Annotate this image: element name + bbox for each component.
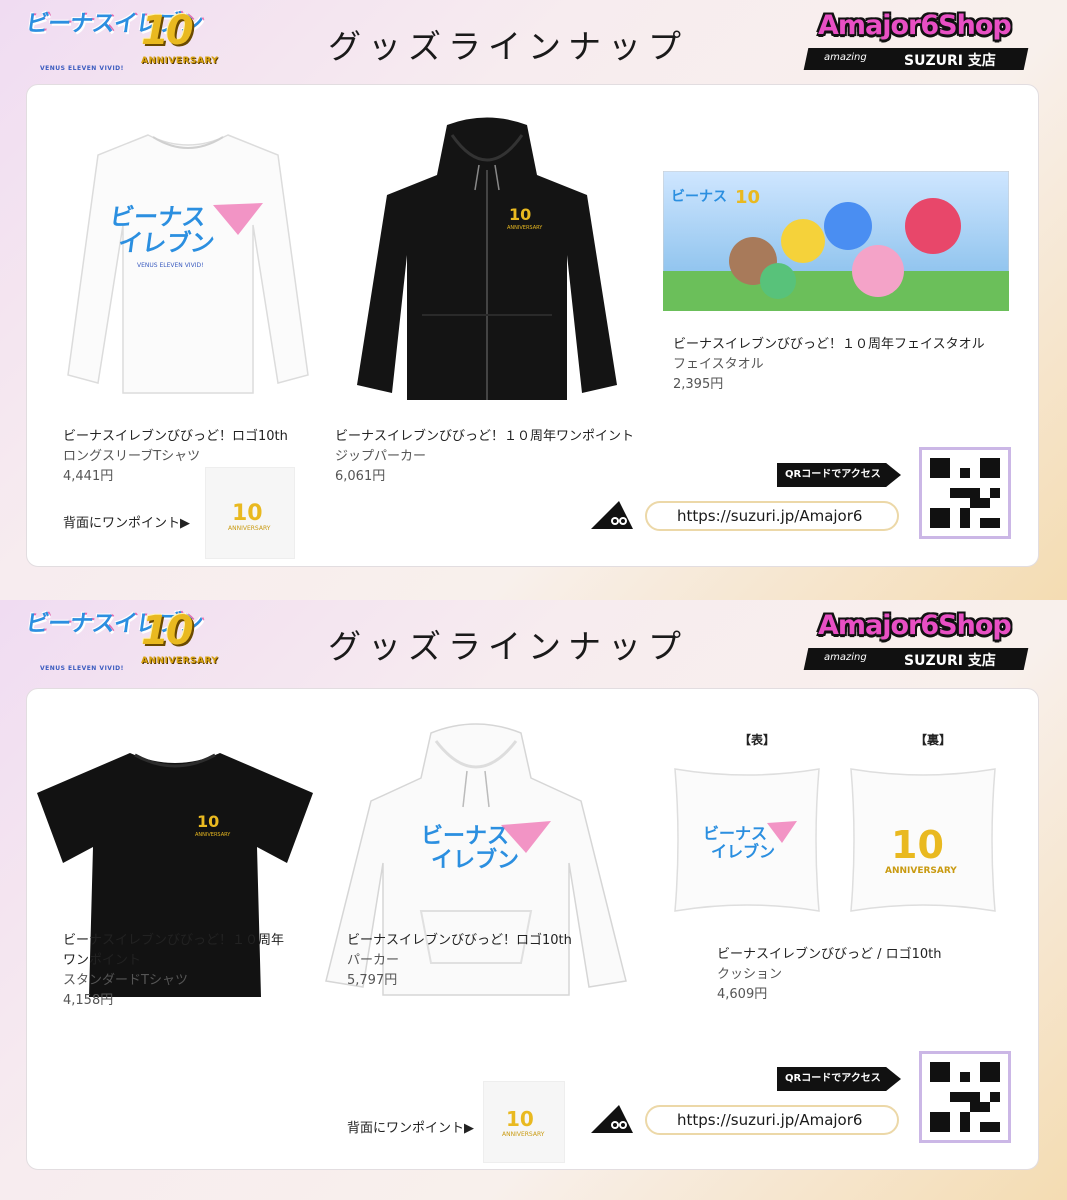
page-title: グッズラインナップ [328,27,688,66]
products-card: 10 ANNIVERSARY ビーナス イレブン 【表】 【裏】 ビーナス イレ… [26,688,1039,1170]
svg-text:ビーナス: ビーナス [703,824,767,843]
shop-amazing: amazing [824,652,867,663]
svg-text:ANNIVERSARY: ANNIVERSARY [502,1131,545,1138]
zip-hoodie-image[interactable]: 10 ANNIVERSARY [347,115,627,405]
product-name: ビーナスイレブンびびっど！１０周年フェイスタオル [673,337,985,352]
venus-eleven-logo: ビーナスイレブン VENUS ELEVEN VIVID! 10 ANNIVERS… [24,8,234,76]
qr-code-pattern [930,1062,1000,1132]
product-name: ビーナスイレブンびびっど！ロゴ10th [63,429,288,444]
product-zip-hoodie[interactable]: ビーナスイレブンびびっど！１０周年ワンポイント ジップパーカー 6,061円 [335,427,634,487]
shop-logo: Amajor6Shop amazing SUZURI 支店 [803,10,1030,72]
product-name: ビーナスイレブンびびっど！ロゴ10th [347,933,572,948]
svg-text:10: 10 [197,812,219,831]
product-type: フェイスタオル [673,357,764,372]
svg-text:ビーナス: ビーナス [421,824,509,849]
longsleeve-tee-image[interactable]: ビーナス イレブン VENUS ELEVEN VIVID! [63,125,313,405]
svg-text:VENUS ELEVEN VIVID!: VENUS ELEVEN VIVID! [137,262,203,269]
product-type: クッション [717,967,783,982]
svg-text:ビーナス: ビーナス [108,203,208,231]
shop-url-link[interactable]: https://suzuri.jp/Amajor6 [645,501,899,531]
svg-text:ビーナス: ビーナス [671,189,727,205]
venus-eleven-logo: ビーナスイレブン VENUS ELEVEN VIVID! 10 ANNIVERS… [24,608,234,676]
product-black-tshirt[interactable]: ビーナスイレブンびびっど！１０周年 ワンポイント スタンダードTシャツ 4,15… [63,931,284,1011]
back-print-thumbnail-art: 10 ANNIVERSARY [228,501,271,532]
svg-text:ANNIVERSARY: ANNIVERSARY [507,225,543,231]
product-type: パーカー [347,953,400,968]
shop-name: Amajor6Shop [818,610,1012,641]
svg-text:イレブン: イレブン [711,842,775,861]
anniv-number: 10 [141,8,194,54]
svg-text:ANNIVERSARY: ANNIVERSARY [195,832,231,838]
back-print-label: 背面にワンポイント▶ [63,516,190,531]
qr-code[interactable] [919,447,1011,539]
anniv-text: ANNIVERSARY [141,56,219,66]
page-title: グッズラインナップ [328,627,688,666]
product-price: 4,158円 [63,993,114,1008]
product-cushion[interactable]: ビーナスイレブンびびっど / ロゴ10th クッション 4,609円 [717,945,942,1005]
goods-panel-1: ビーナスイレブン VENUS ELEVEN VIVID! 10 ANNIVERS… [0,0,1067,600]
svg-text:10: 10 [506,1107,534,1131]
product-name-line2: ワンポイント [63,953,142,968]
product-type: ロングスリーブTシャツ [63,449,201,464]
product-price: 4,609円 [717,987,768,1002]
back-print-thumbnail-art: 10 ANNIVERSARY [502,1107,545,1138]
product-price: 6,061円 [335,469,386,484]
anniv-number: 10 [141,608,194,654]
venus-logo-sub: VENUS ELEVEN VIVID! [40,665,124,672]
product-price: 2,395円 [673,377,724,392]
shop-logo: Amajor6Shop amazing SUZURI 支店 [803,610,1030,672]
svg-text:10: 10 [509,205,531,224]
anniv-text: ANNIVERSARY [141,656,219,666]
product-type: スタンダードTシャツ [63,973,188,988]
product-face-towel[interactable]: ビーナスイレブンびびっど！１０周年フェイスタオル フェイスタオル 2,395円 [673,335,985,395]
cushion-front-label: 【表】 [739,733,776,747]
product-type: ジップパーカー [335,449,427,464]
face-towel-image[interactable]: ビーナス 10 [663,171,1009,311]
cushion-back-label: 【裏】 [915,733,952,747]
shop-name: Amajor6Shop [818,10,1012,41]
product-name: ビーナスイレブンびびっど！１０周年ワンポイント [335,429,635,444]
svg-text:ANNIVERSARY: ANNIVERSARY [228,525,271,532]
back-print-thumbnail[interactable]: 10 ANNIVERSARY [205,467,295,559]
venus-logo-sub: VENUS ELEVEN VIVID! [40,65,124,72]
cushion-front-image[interactable]: ビーナス イレブン [667,763,827,917]
product-name: ビーナスイレブンびびっど / ロゴ10th [717,947,942,962]
product-white-hoodie[interactable]: ビーナスイレブンびびっど！ロゴ10th パーカー 5,797円 [347,931,572,991]
shop-url-link[interactable]: https://suzuri.jp/Amajor6 [645,1105,899,1135]
goods-panel-2: ビーナスイレブン VENUS ELEVEN VIVID! 10 ANNIVERS… [0,600,1067,1200]
shop-amazing: amazing [824,52,867,63]
back-print-label: 背面にワンポイント▶ [347,1121,474,1136]
product-price: 5,797円 [347,973,398,988]
qr-code[interactable] [919,1051,1011,1143]
cushion-back-image[interactable]: 10 ANNIVERSARY [843,763,1003,917]
svg-text:10: 10 [232,501,263,526]
products-card: ビーナス イレブン VENUS ELEVEN VIVID! 10 ANNIVER… [26,84,1039,567]
svg-text:イレブン: イレブン [431,847,519,873]
mascot-icon [591,501,633,529]
svg-text:10: 10 [891,823,944,867]
svg-text:ANNIVERSARY: ANNIVERSARY [885,866,957,876]
qr-code-pattern [930,458,1000,528]
svg-text:10: 10 [735,187,760,208]
svg-text:イレブン: イレブン [116,229,216,257]
back-print-thumbnail[interactable]: 10 ANNIVERSARY [483,1081,565,1163]
shop-sub: SUZURI 支店 [904,53,996,69]
qr-access-label: QRコードでアクセス [777,463,901,487]
shop-sub: SUZURI 支店 [904,653,996,669]
product-name: ビーナスイレブンびびっど！１０周年 [63,933,285,948]
mascot-icon [591,1105,633,1133]
qr-access-label: QRコードでアクセス [777,1067,901,1091]
